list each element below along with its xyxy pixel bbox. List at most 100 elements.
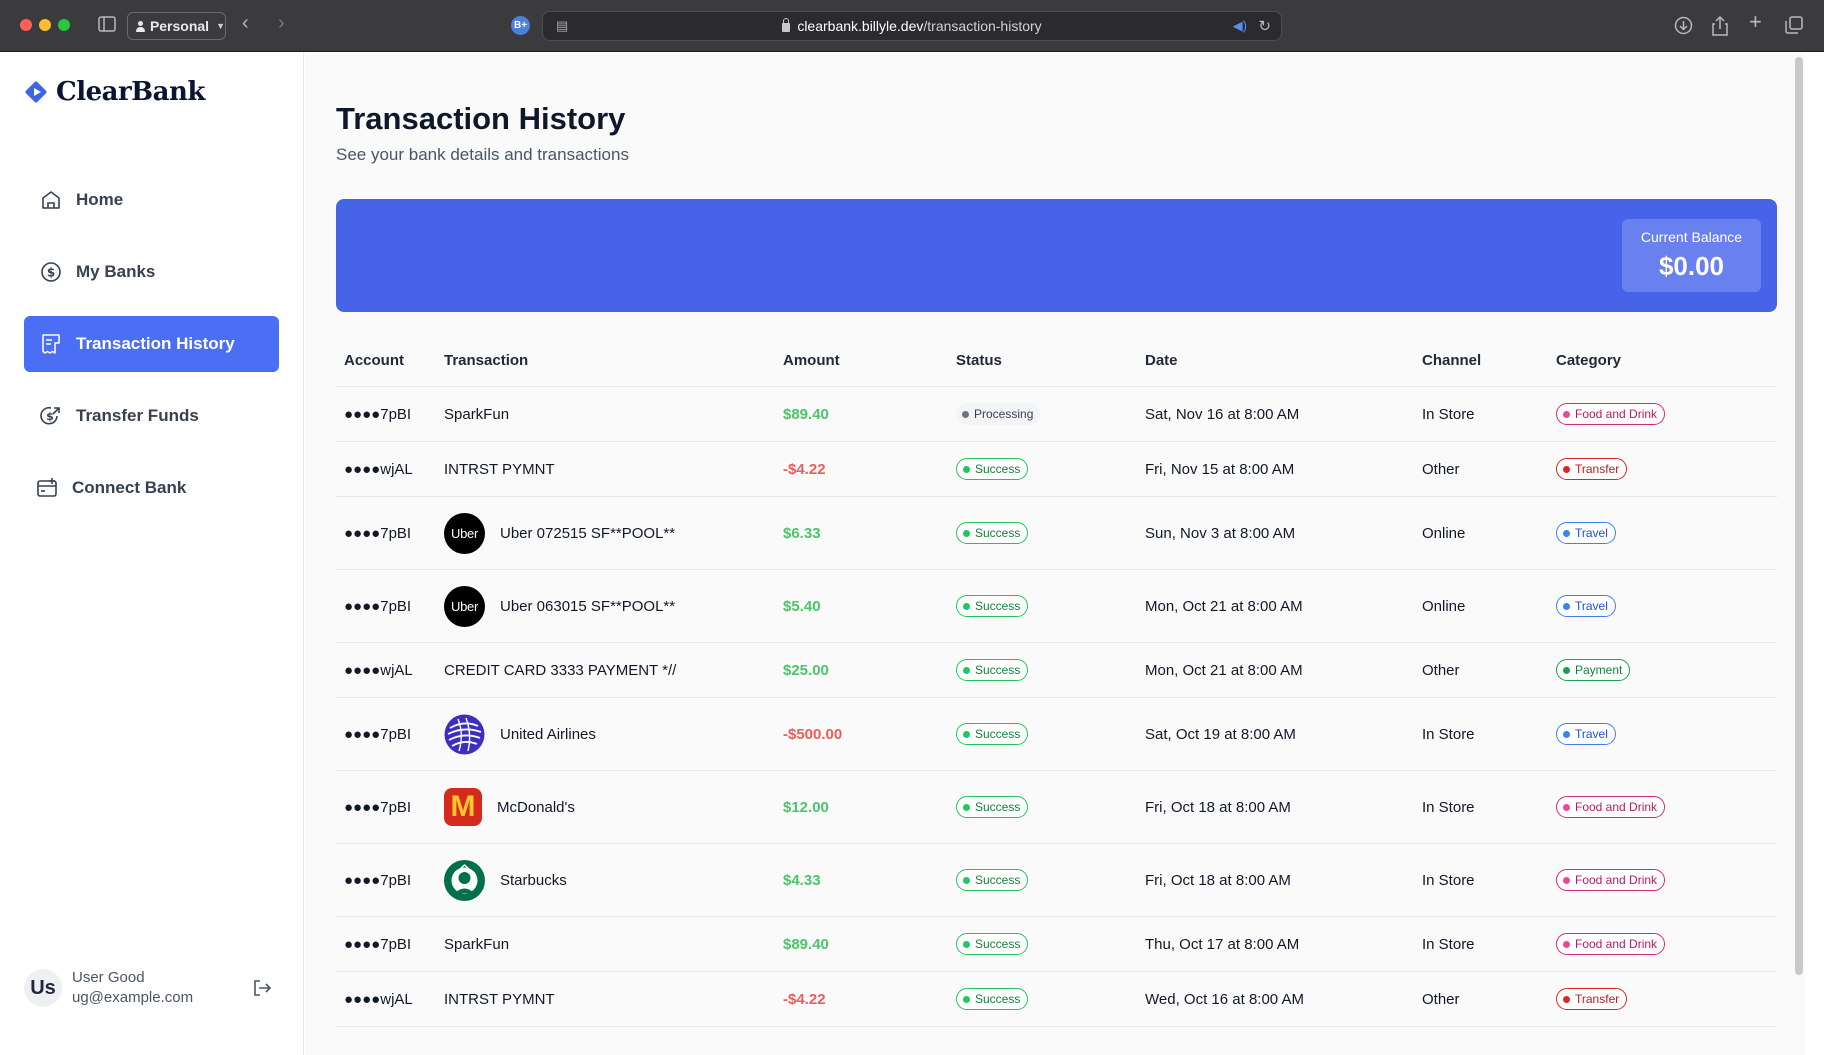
sidebar-item-my-banks[interactable]: $ My Banks xyxy=(24,244,279,300)
new-tab-icon[interactable]: + xyxy=(1749,11,1762,33)
brand[interactable]: ClearBank xyxy=(24,77,205,107)
column-header-transaction: Transaction xyxy=(444,352,529,369)
status-label: Success xyxy=(975,462,1021,476)
logout-icon[interactable] xyxy=(251,977,273,999)
main-content: Transaction History See your bank detail… xyxy=(305,53,1805,1055)
amount: -$4.22 xyxy=(783,990,826,1008)
transaction-cell: INTRST PYMNT xyxy=(444,991,783,1008)
zoom-window-button[interactable] xyxy=(58,19,70,31)
avatar[interactable]: Us xyxy=(24,969,62,1007)
audio-icon[interactable]: ◀) xyxy=(1233,18,1247,34)
sidebar-item-home[interactable]: Home xyxy=(24,172,279,228)
forward-icon[interactable]: › xyxy=(278,13,285,33)
column-header-amount: Amount xyxy=(783,352,840,369)
channel: In Store xyxy=(1422,871,1475,889)
sidebar-toggle-icon[interactable] xyxy=(98,16,116,38)
extension-icon[interactable]: B+ xyxy=(511,16,530,35)
status-cell: Success xyxy=(956,869,1145,891)
transaction-name: SparkFun xyxy=(444,935,510,953)
date: Wed, Oct 16 at 8:00 AM xyxy=(1145,990,1304,1008)
table-row[interactable]: ●●●●7pBI United Airlines -$500.00 Success Sa… xyxy=(336,698,1777,771)
category-badge: Food and Drink xyxy=(1556,869,1666,891)
table-row[interactable]: ●●●●7pBI SparkFun $89.40 Processing Sat, Nov… xyxy=(336,387,1777,442)
category-label: Travel xyxy=(1575,526,1608,540)
status-cell: Processing xyxy=(956,403,1145,425)
channel: In Store xyxy=(1422,405,1475,423)
downloads-icon[interactable] xyxy=(1674,16,1693,41)
category-badge: Payment xyxy=(1556,659,1631,681)
category-badge: Transfer xyxy=(1556,988,1628,1010)
minimize-window-button[interactable] xyxy=(39,19,51,31)
category-badge: Food and Drink xyxy=(1556,933,1666,955)
sidebar-item-connect-bank[interactable]: Connect Bank xyxy=(24,460,279,516)
transactions-table: Account Transaction Amount Status Date C… xyxy=(336,335,1777,1027)
reader-mode-icon[interactable]: ▤ xyxy=(556,18,568,34)
channel: Other xyxy=(1422,661,1460,679)
reload-icon[interactable]: ↻ xyxy=(1258,17,1271,35)
column-header-category: Category xyxy=(1556,352,1622,369)
transaction-name: Uber 063015 SF**POOL** xyxy=(500,597,676,615)
category-label: Food and Drink xyxy=(1575,407,1658,421)
close-window-button[interactable] xyxy=(20,19,32,31)
date: Sun, Nov 3 at 8:00 AM xyxy=(1145,524,1296,542)
share-icon[interactable] xyxy=(1712,15,1728,42)
table-row[interactable]: ●●●●7pBI Uber Uber 072515 SF**POOL** $6.33 S… xyxy=(336,497,1777,570)
home-icon xyxy=(40,189,62,211)
category-dot-icon xyxy=(1563,666,1570,674)
category-dot-icon xyxy=(1563,465,1570,473)
status-dot-icon xyxy=(963,876,970,884)
status-dot-icon xyxy=(963,995,970,1003)
transaction-cell: M McDonald's xyxy=(444,788,783,826)
channel: In Store xyxy=(1422,935,1475,953)
page-scrollbar[interactable] xyxy=(1795,57,1803,975)
status-badge: Processing xyxy=(956,403,1041,425)
table-row[interactable]: ●●●●7pBI Starbucks $4.33 Success Fri, Oct 18… xyxy=(336,844,1777,917)
status-badge: Success xyxy=(956,796,1029,818)
table-row[interactable]: ●●●●wjAL CREDIT CARD 3333 PAYMENT *// $25.… xyxy=(336,643,1777,698)
category-dot-icon xyxy=(1563,730,1570,738)
transaction-name: McDonald's xyxy=(497,798,575,816)
tab-overview-icon[interactable] xyxy=(1785,16,1803,40)
transaction-cell: Uber Uber 063015 SF**POOL** xyxy=(444,585,783,627)
profile-selector[interactable]: Personal ▼ xyxy=(127,12,226,40)
channel: In Store xyxy=(1422,725,1475,743)
table-row[interactable]: ●●●●wjAL INTRST PYMNT -$4.22 Success Fri, No… xyxy=(336,442,1777,497)
category-dot-icon xyxy=(1563,876,1570,884)
url-path: /transaction-history xyxy=(923,18,1042,34)
back-icon[interactable]: ‹ xyxy=(242,13,249,33)
transaction-name: Starbucks xyxy=(500,871,567,889)
table-row[interactable]: ●●●●7pBI M McDonald's $12.00 Success Fri, Oct… xyxy=(336,771,1777,844)
category-dot-icon xyxy=(1563,803,1570,811)
category-badge: Travel xyxy=(1556,723,1616,745)
category-label: Travel xyxy=(1575,727,1608,741)
status-cell: Success xyxy=(956,933,1145,955)
svg-text:$: $ xyxy=(46,410,54,423)
status-label: Success xyxy=(975,937,1021,951)
category-badge: Food and Drink xyxy=(1556,796,1666,818)
category-badge: Travel xyxy=(1556,595,1616,617)
status-label: Success xyxy=(975,599,1021,613)
sidebar: ClearBank Home $ My Banks Transaction Hi… xyxy=(0,53,304,1055)
transaction-cell: CREDIT CARD 3333 PAYMENT *// xyxy=(444,662,783,679)
table-row[interactable]: ●●●●wjAL INTRST PYMNT -$4.22 Success Wed, Oc… xyxy=(336,972,1777,1027)
status-dot-icon xyxy=(963,465,970,473)
url-domain: clearbank.billyle.dev xyxy=(797,18,924,34)
address-bar[interactable]: ▤ clearbank.billyle.dev/transaction-hist… xyxy=(542,11,1282,41)
status-badge: Success xyxy=(956,659,1029,681)
status-label: Success xyxy=(975,992,1021,1006)
category-dot-icon xyxy=(1563,529,1570,537)
account-mask: ●●●●7pBI xyxy=(344,935,412,953)
table-row[interactable]: ●●●●7pBI Uber Uber 063015 SF**POOL** $5.40 S… xyxy=(336,570,1777,643)
account-mask: ●●●●7pBI xyxy=(344,524,412,542)
category-cell: Food and Drink xyxy=(1556,933,1777,955)
transaction-cell: SparkFun xyxy=(444,936,783,953)
account-mask: ●●●●wjAL xyxy=(344,460,413,478)
category-label: Transfer xyxy=(1575,992,1620,1006)
money-send-icon: $ xyxy=(40,405,62,427)
sidebar-item-transaction-history[interactable]: Transaction History xyxy=(24,316,279,372)
table-row[interactable]: ●●●●7pBI SparkFun $89.40 Success Thu, Oct 17… xyxy=(336,917,1777,972)
chevron-down-icon: ▼ xyxy=(216,21,225,31)
date: Fri, Oct 18 at 8:00 AM xyxy=(1145,871,1291,889)
transaction-name: Uber 072515 SF**POOL** xyxy=(500,524,676,542)
sidebar-item-transfer-funds[interactable]: $ Transfer Funds xyxy=(24,388,279,444)
